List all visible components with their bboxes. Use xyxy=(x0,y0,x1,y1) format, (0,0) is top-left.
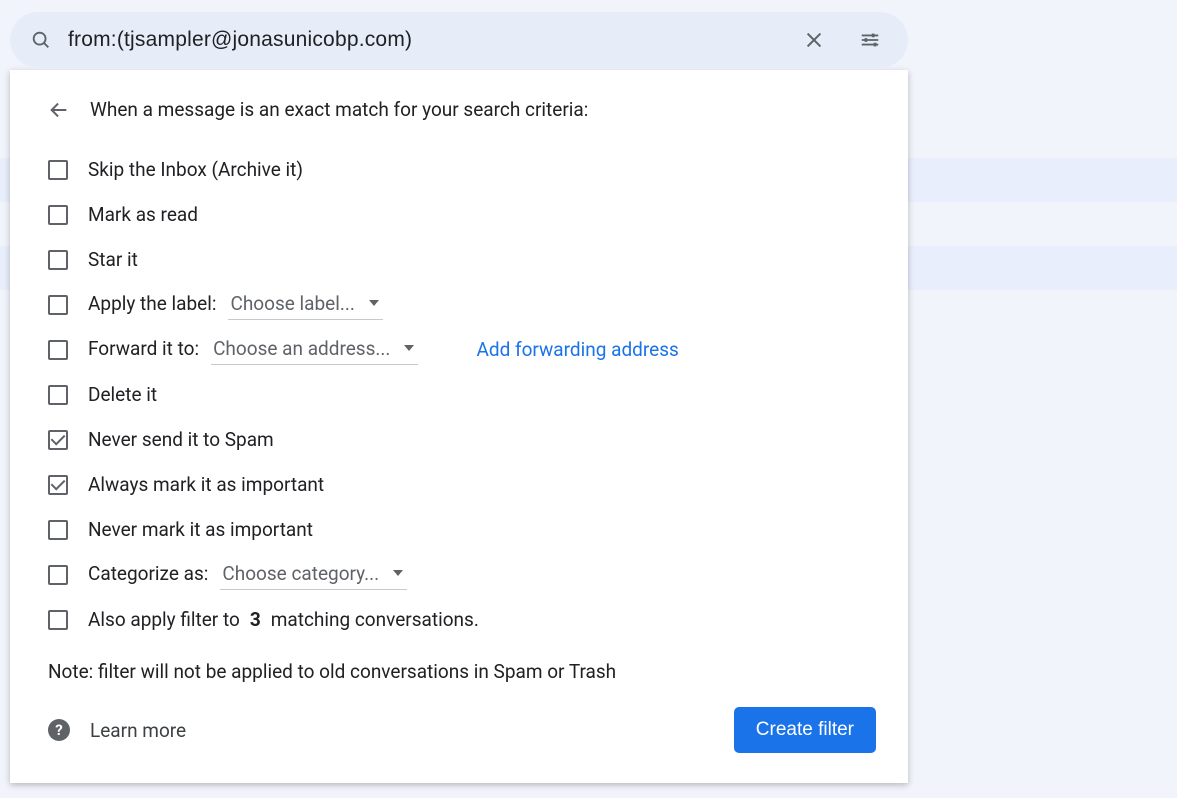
checkbox-delete-it[interactable] xyxy=(48,385,68,405)
forward-select[interactable]: Choose an address... xyxy=(211,335,418,365)
checkbox-star-it[interactable] xyxy=(48,250,68,270)
chevron-down-icon xyxy=(393,570,403,576)
option-also-apply: Also apply filter to 3 matching conversa… xyxy=(48,597,876,642)
checkbox-categorize[interactable] xyxy=(48,565,68,585)
option-star-it: Star it xyxy=(48,237,876,282)
label-also-apply: Also apply filter to 3 matching conversa… xyxy=(88,608,479,631)
option-forward: Forward it to: Choose an address... Add … xyxy=(48,327,876,372)
clear-search-button[interactable] xyxy=(794,20,834,60)
label-forward: Forward it to: Choose an address... xyxy=(88,335,418,365)
search-options-button[interactable] xyxy=(850,20,890,60)
apply-label-select[interactable]: Choose label... xyxy=(228,290,382,320)
option-always-important: Always mark it as important xyxy=(48,462,876,507)
apply-label-select-text: Choose label... xyxy=(230,292,354,315)
filter-panel: When a message is an exact match for you… xyxy=(10,70,908,783)
option-categorize: Categorize as: Choose category... xyxy=(48,552,876,597)
label-delete-it: Delete it xyxy=(88,383,157,406)
label-apply-label: Apply the label: Choose label... xyxy=(88,290,383,320)
checkbox-skip-inbox[interactable] xyxy=(48,160,68,180)
checkbox-mark-read[interactable] xyxy=(48,205,68,225)
categorize-select[interactable]: Choose category... xyxy=(220,560,407,590)
also-apply-prefix: Also apply filter to xyxy=(88,608,240,631)
panel-note: Note: filter will not be applied to old … xyxy=(48,660,876,683)
search-icon xyxy=(30,29,52,51)
forward-select-text: Choose an address... xyxy=(213,337,390,360)
chevron-down-icon xyxy=(404,345,414,351)
also-apply-count: 3 xyxy=(250,608,261,631)
checkbox-never-spam[interactable] xyxy=(48,430,68,450)
label-never-spam: Never send it to Spam xyxy=(88,428,274,451)
option-delete-it: Delete it xyxy=(48,372,876,417)
checkbox-never-important[interactable] xyxy=(48,520,68,540)
option-never-spam: Never send it to Spam xyxy=(48,417,876,462)
label-categorize: Categorize as: Choose category... xyxy=(88,560,407,590)
search-input[interactable] xyxy=(68,28,778,52)
panel-header: When a message is an exact match for you… xyxy=(48,98,876,121)
label-never-important: Never mark it as important xyxy=(88,518,313,541)
option-mark-read: Mark as read xyxy=(48,192,876,237)
option-skip-inbox: Skip the Inbox (Archive it) xyxy=(48,147,876,192)
learn-more: ? Learn more xyxy=(48,719,186,742)
option-never-important: Never mark it as important xyxy=(48,507,876,552)
categorize-select-text: Choose category... xyxy=(222,562,379,585)
learn-more-link[interactable]: Learn more xyxy=(90,719,186,742)
apply-label-prefix: Apply the label: xyxy=(88,292,216,315)
label-always-important: Always mark it as important xyxy=(88,473,324,496)
search-bar xyxy=(10,12,908,68)
create-filter-button[interactable]: Create filter xyxy=(734,707,876,753)
back-arrow-icon[interactable] xyxy=(48,99,70,121)
checkbox-forward[interactable] xyxy=(48,340,68,360)
panel-title: When a message is an exact match for you… xyxy=(90,98,588,121)
checkbox-apply-label[interactable] xyxy=(48,295,68,315)
close-icon xyxy=(803,29,825,51)
tune-icon xyxy=(859,29,881,51)
forward-prefix: Forward it to: xyxy=(88,337,199,360)
option-apply-label: Apply the label: Choose label... xyxy=(48,282,876,327)
label-skip-inbox: Skip the Inbox (Archive it) xyxy=(88,158,303,181)
panel-footer: ? Learn more Create filter xyxy=(48,707,876,753)
add-forwarding-address-link[interactable]: Add forwarding address xyxy=(476,338,678,361)
filter-options: Skip the Inbox (Archive it) Mark as read… xyxy=(48,147,876,642)
also-apply-suffix: matching conversations. xyxy=(271,608,479,631)
help-icon: ? xyxy=(48,719,70,741)
checkbox-always-important[interactable] xyxy=(48,475,68,495)
categorize-prefix: Categorize as: xyxy=(88,562,208,585)
chevron-down-icon xyxy=(369,300,379,306)
checkbox-also-apply[interactable] xyxy=(48,610,68,630)
label-mark-read: Mark as read xyxy=(88,203,198,226)
label-star-it: Star it xyxy=(88,248,138,271)
